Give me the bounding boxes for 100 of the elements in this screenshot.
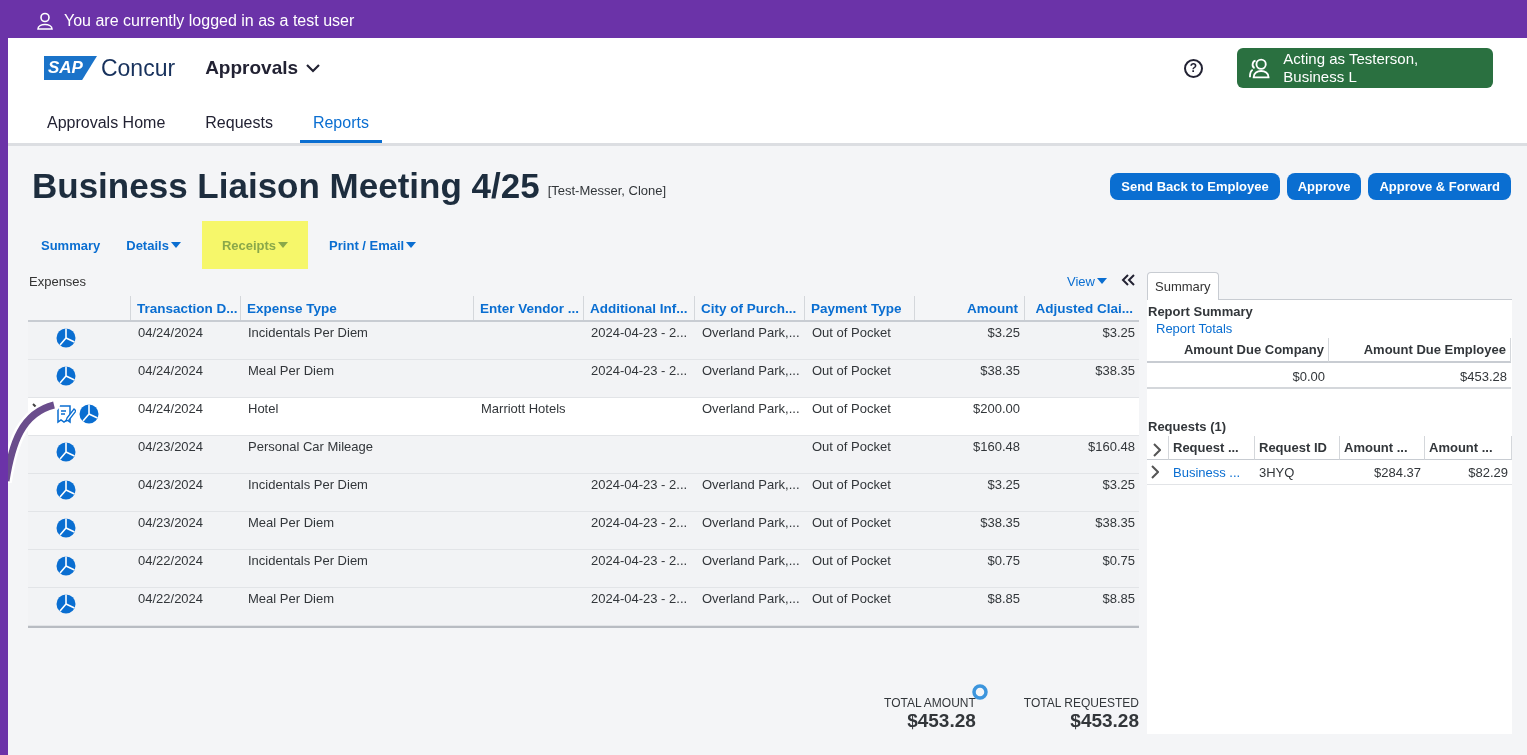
table-cell-text: $160.48 (972, 438, 1021, 456)
pie-chart-icon (79, 404, 99, 424)
table-cell-text: Hotel (247, 400, 280, 418)
cursor-ring-icon (972, 684, 988, 700)
total-label: TOTAL REQUESTED (1023, 696, 1139, 710)
table-cell-text: Out of Pocket (811, 476, 892, 494)
report-owner: [Test-Messer, Clone] (547, 182, 667, 198)
total-value: $453.28 (1070, 710, 1139, 732)
nav-tab[interactable]: Approvals Home (34, 98, 179, 143)
table-cell-text: 04/22/2024 (137, 590, 205, 608)
report-totals-link[interactable]: Report Totals (1147, 321, 1512, 336)
table-cell-text: Overland Park,... (701, 476, 801, 494)
table-cell-text: 2024-04-23 - 2... (590, 514, 689, 532)
pie-chart-icon (56, 442, 76, 462)
table-cell-text: Incidentals Per Diem (247, 476, 369, 494)
column-header[interactable]: Additional Inf... (583, 296, 694, 320)
table-cell-text: $3.25 (1101, 476, 1136, 494)
table-cell-text: 2024-04-23 - 2... (590, 590, 689, 608)
report-menu-link[interactable]: Details (121, 228, 186, 262)
table-cell-text: Out of Pocket (811, 590, 892, 608)
table-cell-text: $3.25 (1101, 324, 1136, 342)
total-label: TOTAL AMOUNT (884, 696, 976, 710)
chevron-right-icon (1153, 442, 1161, 457)
table-cell-text: $38.35 (1094, 514, 1136, 532)
table-cell-text: Meal Per Diem (247, 590, 335, 608)
table-cell-text: Overland Park,... (701, 400, 801, 418)
view-menu[interactable]: View (1067, 273, 1107, 289)
table-cell: 3HYQ (1255, 460, 1340, 485)
column-header[interactable]: Request ... (1169, 436, 1255, 460)
column-header[interactable]: Amount (914, 296, 1024, 320)
table-cell: $0.00 (1147, 363, 1329, 389)
pie-chart-icon (56, 366, 76, 386)
panel-tab[interactable]: Summary (1147, 272, 1219, 300)
table-cell-text: Personal Car Mileage (247, 438, 374, 456)
table-cell-text: 2024-04-23 - 2... (590, 476, 689, 494)
column-header[interactable]: Request ID (1255, 436, 1340, 460)
table-cell: $284.37 (1340, 460, 1425, 485)
column-header[interactable]: Amount ... (1340, 436, 1425, 460)
report-title: Business Liaison Meeting 4/25 (32, 166, 540, 206)
table-cell: $453.28 (1329, 363, 1511, 389)
help-button[interactable]: ? (1184, 58, 1203, 78)
nav-tab[interactable]: Reports (299, 98, 382, 143)
table-cell-text: Out of Pocket (811, 362, 892, 380)
app-menu[interactable]: Approvals (205, 57, 321, 79)
table-cell-text: Incidentals Per Diem (247, 552, 369, 570)
table-cell-text: $8.85 (1101, 590, 1136, 608)
table-cell-text: $38.35 (979, 362, 1021, 380)
table-cell-text: Overland Park,... (701, 514, 801, 532)
column-header[interactable]: Expense Type (240, 296, 473, 320)
table-cell-text: $38.35 (1094, 362, 1136, 380)
column-header[interactable]: City of Purch... (694, 296, 804, 320)
table-cell-text: Out of Pocket (811, 400, 892, 418)
column-header[interactable]: Amount ... (1425, 436, 1512, 460)
acting-as-button[interactable]: Acting as Testerson, Business L (1237, 48, 1493, 88)
table-cell-text: Out of Pocket (811, 552, 892, 570)
caret-icon (1097, 278, 1107, 284)
double-chevron-left-icon (1121, 273, 1135, 286)
table-cell-text: $0.75 (1101, 552, 1136, 570)
table-cell-text: 04/23/2024 (137, 514, 205, 532)
table-cell-text: Meal Per Diem (247, 362, 335, 380)
table-cell-text: Overland Park,... (701, 590, 801, 608)
logo-name: Concur (100, 54, 176, 82)
pie-chart-icon (56, 480, 76, 500)
table-cell-text: 2024-04-23 - 2... (590, 362, 689, 380)
table-cell-text: Overland Park,... (701, 552, 801, 570)
request-link[interactable]: Business ... (1169, 460, 1255, 485)
table-cell-text: 04/24/2024 (137, 324, 205, 342)
column-header[interactable]: Transaction D... (130, 296, 240, 320)
table-cell-text: 04/23/2024 (137, 476, 205, 494)
users-icon (1249, 57, 1272, 79)
table-cell-text: Incidentals Per Diem (247, 324, 369, 342)
table-cell-text: 2024-04-23 - 2... (590, 324, 689, 342)
panel-heading: Requests (1) (1147, 419, 1228, 434)
table-cell-text: 04/24/2024 (137, 400, 205, 418)
report-menu-link[interactable]: Summary (36, 228, 106, 262)
nav-tab[interactable]: Requests (192, 98, 286, 143)
table-cell-text: Meal Per Diem (247, 514, 335, 532)
column-header: Amount Due Employee (1329, 338, 1511, 363)
table-cell-text: $0.75 (986, 552, 1021, 570)
column-header[interactable]: Payment Type (804, 296, 914, 320)
chevron-down-icon (306, 63, 321, 73)
pie-chart-icon (56, 556, 76, 576)
table-cell-text: Out of Pocket (811, 324, 892, 342)
table-cell-text: 04/24/2024 (137, 362, 205, 380)
report-menu-link[interactable]: Print / Email (324, 228, 422, 262)
table-cell-text: Overland Park,... (701, 324, 801, 342)
action-button[interactable]: Send Back to Employee (1110, 172, 1280, 200)
action-button[interactable]: Approve (1286, 172, 1362, 200)
column-header[interactable]: Enter Vendor ... (473, 296, 583, 320)
table-cell-text: Out of Pocket (811, 514, 892, 532)
table-cell-text: 04/23/2024 (137, 438, 205, 456)
column-header[interactable]: Adjusted Clai... (1024, 296, 1139, 320)
panel-heading: Report Summary (1147, 304, 1254, 319)
user-icon (36, 11, 54, 30)
table-cell-text: Overland Park,... (701, 362, 801, 380)
table-cell-text: $160.48 (1087, 438, 1136, 456)
table-cell-text: $3.25 (986, 324, 1021, 342)
action-button[interactable]: Approve & Forward (1368, 172, 1511, 200)
table-cell-text: Marriott Hotels (480, 400, 567, 418)
column-header: Amount Due Company (1147, 338, 1329, 363)
